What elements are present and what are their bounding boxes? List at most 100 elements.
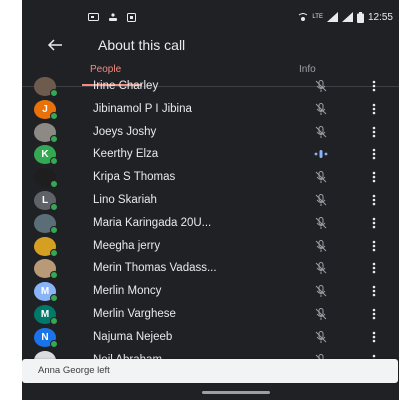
avatar: N <box>34 327 58 348</box>
usb-icon <box>109 12 117 21</box>
avatar-photo <box>34 259 58 280</box>
back-button[interactable] <box>44 34 66 56</box>
presence-dot <box>50 157 58 166</box>
mic-off-icon <box>315 330 327 343</box>
more-vert-icon[interactable] <box>370 147 378 161</box>
presence-dot <box>50 294 58 303</box>
avatar-initial: N <box>41 331 49 343</box>
home-gesture-handle[interactable] <box>202 391 270 394</box>
participant-row[interactable]: Maria Karingada 20U... <box>22 212 399 235</box>
mic-off-icon <box>315 171 327 184</box>
more-vert-icon[interactable] <box>370 239 378 253</box>
presence-dot <box>50 339 58 348</box>
participant-name: Keerthy Elza <box>93 148 159 161</box>
more-vert-icon[interactable] <box>370 261 378 275</box>
mic-off-icon <box>315 285 327 298</box>
more-vert-icon[interactable] <box>370 193 378 207</box>
mic-off-icon <box>315 102 327 115</box>
more-vert-icon[interactable] <box>370 307 378 321</box>
presence-dot <box>50 225 58 234</box>
notification-icon <box>88 13 99 21</box>
participant-row[interactable]: Kripa S Thomas <box>22 166 399 189</box>
avatar: L <box>34 190 58 211</box>
signal-icon <box>326 12 338 22</box>
avatar-initial: M <box>40 308 50 320</box>
participant-name: Meegha jerry <box>93 239 161 252</box>
participant-row[interactable]: Meegha jerry <box>22 235 399 258</box>
mic-off-icon <box>315 80 327 92</box>
app-bar: About this call <box>22 34 399 56</box>
avatar-photo <box>34 236 58 257</box>
presence-dot <box>50 111 58 120</box>
more-vert-icon[interactable] <box>370 330 378 344</box>
participant-name: Merlin Moncy <box>93 285 162 298</box>
participant-row[interactable]: M Merlin Moncy <box>22 280 399 303</box>
battery-icon <box>356 11 364 23</box>
page-title: About this call <box>98 37 186 53</box>
signal-icon <box>341 12 353 22</box>
participant-name: Merlin Varghese <box>93 307 176 320</box>
more-vert-icon[interactable] <box>370 216 378 230</box>
tab-info[interactable]: Info <box>299 64 316 75</box>
lte-label: LTE <box>312 14 323 20</box>
avatar-initial: L <box>41 194 49 206</box>
mic-off-icon <box>315 216 327 229</box>
status-left-icons <box>88 12 136 22</box>
participant-name: Joeys Joshy <box>93 125 157 138</box>
more-vert-icon[interactable] <box>370 102 378 116</box>
avatar-photo <box>34 168 58 189</box>
presence-dot <box>50 89 58 97</box>
participant-name: Jibinamol P I Jibina <box>93 102 192 115</box>
more-vert-icon[interactable] <box>370 79 378 93</box>
volte-icon <box>299 12 308 21</box>
participant-name: Lino Skariah <box>93 193 157 206</box>
mic-off-icon <box>315 239 327 252</box>
avatar: M <box>34 304 58 325</box>
participant-name: Merin Thomas Vadass... <box>93 262 217 275</box>
more-vert-icon[interactable] <box>370 125 378 139</box>
participant-row[interactable]: Merin Thomas Vadass... <box>22 257 399 280</box>
status-bar: LTE 12:55 <box>22 0 399 34</box>
avatar: K <box>34 145 58 166</box>
participant-name: Kripa S Thomas <box>93 171 176 184</box>
avatar-initial: J <box>42 103 48 115</box>
speaking-indicator-icon <box>314 150 328 159</box>
participant-row[interactable]: Joeys Joshy <box>22 121 399 144</box>
participant-row[interactable]: K Keerthy Elza <box>22 143 399 166</box>
snackbar-message: Anna George left <box>38 365 110 376</box>
status-time: 12:55 <box>367 11 393 23</box>
participant-row[interactable]: M Merlin Varghese <box>22 303 399 326</box>
system-nav-bar <box>22 383 399 400</box>
participant-name: Maria Karingada 20U... <box>93 216 212 229</box>
presence-dot <box>50 180 58 189</box>
presence-dot <box>50 248 58 257</box>
avatar-photo <box>34 77 58 97</box>
mic-off-icon <box>315 125 327 138</box>
mic-off-icon <box>315 262 327 275</box>
participant-row[interactable]: L Lino Skariah <box>22 189 399 212</box>
participant-name: Irine Charley <box>93 80 159 92</box>
mic-off-icon <box>315 307 327 320</box>
avatar-photo <box>34 122 58 143</box>
arrow-back-icon <box>47 39 62 51</box>
avatar-photo <box>34 213 58 234</box>
more-vert-icon[interactable] <box>370 170 378 184</box>
presence-dot <box>50 134 58 143</box>
avatar: M <box>34 282 58 303</box>
participant-row[interactable]: J Jibinamol P I Jibina <box>22 98 399 121</box>
more-vert-icon[interactable] <box>370 284 378 298</box>
screenshot-icon <box>127 12 136 22</box>
presence-dot <box>50 202 58 211</box>
status-right-icons: LTE 12:55 <box>298 11 393 23</box>
avatar: J <box>34 99 58 120</box>
app-screen: LTE 12:55 About this call People Info Ir… <box>22 0 399 400</box>
presence-dot <box>50 271 58 280</box>
avatar-initial: M <box>40 286 50 298</box>
participant-row[interactable]: N Najuma Nejeeb <box>22 326 399 349</box>
snackbar: Anna George left <box>22 359 398 383</box>
participant-row[interactable]: Irine Charley <box>22 75 399 98</box>
presence-dot <box>50 316 58 325</box>
avatar-initial: K <box>41 149 49 161</box>
participant-name: Najuma Nejeeb <box>93 330 173 343</box>
tab-people[interactable]: People <box>90 64 121 75</box>
